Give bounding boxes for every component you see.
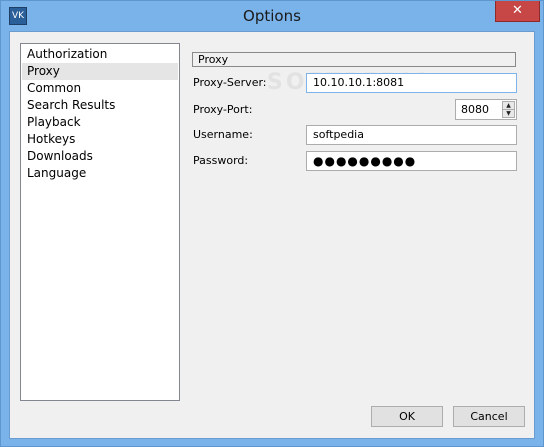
proxy-port-label: Proxy-Port: [193, 103, 253, 116]
ok-button[interactable]: OK [371, 406, 443, 427]
proxy-port-value[interactable]: 8080 [461, 100, 489, 119]
proxy-server-input[interactable]: 10.10.10.1:8081 [306, 73, 517, 93]
spin-up-icon[interactable]: ▲ [503, 102, 514, 110]
proxy-section-header: Proxy [192, 52, 516, 67]
spin-down-icon[interactable]: ▼ [503, 110, 514, 118]
sidebar-item-proxy[interactable]: Proxy [22, 63, 178, 80]
dialog-client: Authorization Proxy Common Search Result… [9, 31, 535, 439]
options-window: VK Options ✕ Authorization Proxy Common … [0, 0, 544, 447]
proxy-server-label: Proxy-Server: [193, 76, 267, 89]
password-label: Password: [193, 154, 249, 167]
cancel-button[interactable]: Cancel [453, 406, 525, 427]
window-title: Options [243, 7, 301, 25]
username-label: Username: [193, 128, 253, 141]
password-input[interactable]: ●●●●●●●●● [306, 151, 517, 171]
sidebar-item-hotkeys[interactable]: Hotkeys [22, 131, 178, 148]
options-category-list[interactable]: Authorization Proxy Common Search Result… [20, 43, 180, 401]
sidebar-item-common[interactable]: Common [22, 80, 178, 97]
title-bar[interactable]: VK Options ✕ [1, 1, 543, 31]
close-button[interactable]: ✕ [495, 1, 540, 22]
sidebar-item-language[interactable]: Language [22, 165, 178, 182]
sidebar-item-search-results[interactable]: Search Results [22, 97, 178, 114]
spin-arrows: ▲ ▼ [502, 101, 515, 118]
proxy-port-spinbox[interactable]: 8080 ▲ ▼ [455, 99, 517, 120]
sidebar-item-downloads[interactable]: Downloads [22, 148, 178, 165]
sidebar-item-authorization[interactable]: Authorization [22, 46, 178, 63]
sidebar-item-playback[interactable]: Playback [22, 114, 178, 131]
username-input[interactable]: softpedia [306, 125, 517, 145]
